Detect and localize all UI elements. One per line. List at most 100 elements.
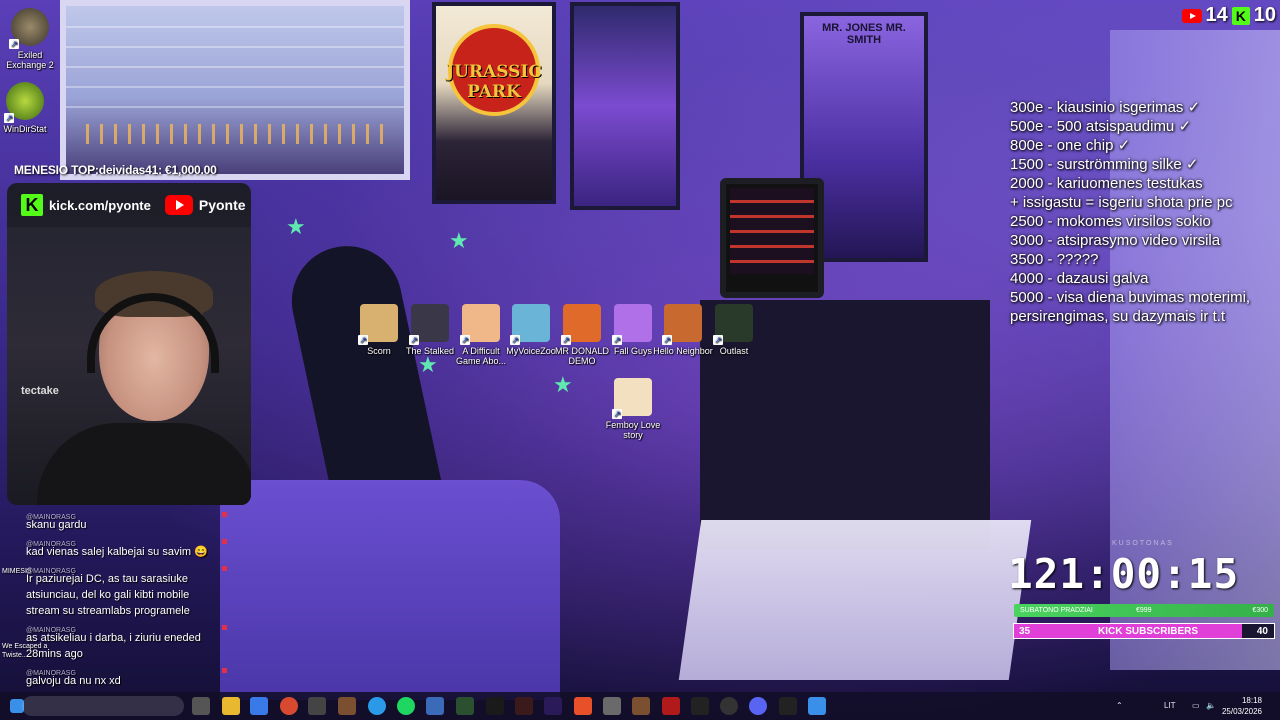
chat-username: @MAINORASG: [26, 514, 76, 521]
brave-icon[interactable]: [574, 697, 592, 715]
notepad-icon[interactable]: [808, 697, 826, 715]
discord-icon[interactable]: [749, 697, 767, 715]
pizza-box: [678, 520, 1032, 680]
chat-message: @MAINORASG kad vienas salej kalbejai su …: [18, 537, 231, 564]
terminal-icon[interactable]: [779, 697, 797, 715]
volume-icon[interactable]: 🔈: [1206, 692, 1216, 720]
premiere-icon[interactable]: [544, 697, 562, 715]
chrome-icon[interactable]: [280, 697, 298, 715]
chat-username: @MAINORASG: [26, 627, 76, 634]
social-bar: K kick.com/pyonte Pyonte: [7, 183, 251, 227]
chair-brand: tectake: [21, 385, 59, 397]
language-indicator[interactable]: LIT: [1164, 692, 1176, 720]
desktop-icon-femboy-love-story[interactable]: Femboy Love story: [603, 378, 663, 440]
app2-icon[interactable]: [515, 697, 533, 715]
goal-line: 800e - one chip ✓: [1010, 137, 1131, 154]
desktop-icon-exiled-exchange[interactable]: Exiled Exchange 2: [0, 8, 60, 70]
app3-icon[interactable]: [603, 697, 621, 715]
kick-url: kick.com/pyonte: [49, 197, 151, 213]
star-decoration: ★: [449, 228, 469, 253]
tray-chevron-icon[interactable]: ⌃: [1116, 692, 1123, 720]
edge-icon[interactable]: [368, 697, 386, 715]
window-background: [60, 0, 410, 180]
chat-overlay: @MAINORASG skanu gardu @MAINORASG kad vi…: [18, 510, 231, 690]
goal-line: 2000 - kariuomenes testukas: [1010, 175, 1203, 192]
youtube-viewers: 14: [1205, 4, 1228, 26]
kick-subs-goal: 40: [1256, 626, 1268, 637]
goal-line: 300e - kiausinio isgerimas ✓: [1010, 99, 1201, 116]
chat-dot-icon: [222, 625, 227, 630]
fall-guys-icon: [612, 304, 652, 345]
myvoicezoo-icon: [510, 304, 550, 345]
taskbar-clock[interactable]: 18:18 25/03/2026: [1222, 695, 1262, 717]
kick-icon: K: [21, 194, 43, 216]
goal-line: persirengimas, su dazymais ir t.t: [1010, 308, 1226, 325]
store-icon[interactable]: [250, 697, 268, 715]
photos-icon[interactable]: [426, 697, 444, 715]
clock-time: 18:18: [1241, 696, 1262, 705]
chat-username: @MAINORASG: [26, 670, 76, 677]
obs-icon[interactable]: [691, 697, 709, 715]
desktop-icon-outlast[interactable]: Outlast: [704, 304, 764, 356]
steam-icon[interactable]: [720, 697, 738, 715]
windirstat-icon: [4, 82, 44, 123]
kick-icon: K: [1231, 6, 1250, 25]
jurassic-park-poster: JURASSIC PARK: [432, 2, 556, 204]
spotify-icon[interactable]: [397, 697, 415, 715]
tv-arcade: [720, 178, 824, 298]
hello-neighbor-icon: [662, 304, 702, 345]
app4-icon[interactable]: [632, 697, 650, 715]
youtube-name: Pyonte: [198, 197, 246, 213]
top-donor-banner: MENESIO TOP:deividas41: €1,000.00: [14, 163, 217, 177]
scorn-icon: [358, 304, 398, 345]
goal-line: 1500 - surströmming silke ✓: [1010, 156, 1199, 173]
chat-message: @MAINORASG galvoju da nu nx xd: [18, 666, 231, 690]
goal-line: + issigastu = isgeriu shota prie pc: [1010, 194, 1233, 211]
network-icon[interactable]: ▭: [1192, 692, 1200, 720]
chat-dot-icon: [222, 668, 227, 673]
kick-subscribers-bar: 35 KICK SUBSCRIBERS 40: [1013, 623, 1275, 639]
game-icon[interactable]: [338, 697, 356, 715]
goal-line: 2500 - mokomes virsilos sokio: [1010, 213, 1211, 230]
nvidia-icon[interactable]: [486, 697, 504, 715]
mr-donald-icon: [561, 304, 601, 345]
chat-dot-icon: [222, 566, 227, 571]
star-decoration: ★: [286, 214, 306, 239]
goal-line: 5000 - visa diena buvimas moterimi,: [1010, 289, 1251, 306]
bed: [220, 480, 560, 700]
chat-username: @MAINORASG: [26, 568, 76, 575]
subathon-bar-label: SUBATONO PRADZIAI: [1020, 607, 1093, 614]
excel-icon[interactable]: [456, 697, 474, 715]
youtube-icon: [164, 195, 193, 215]
app-icon[interactable]: [308, 697, 326, 715]
tf-icon[interactable]: [662, 697, 680, 715]
kick-subs-count: 35: [1019, 626, 1031, 637]
femboy-love-story-icon: [612, 378, 652, 419]
subathon-bar-right: €300: [1252, 607, 1268, 614]
taskbar: ⌃ LIT ▭ 🔈 18:18 25/03/2026: [0, 692, 1280, 720]
taskbar-search[interactable]: [22, 696, 184, 716]
kick-subs-label: KICK SUBSCRIBERS: [1098, 626, 1199, 637]
youtube-icon: [1181, 8, 1202, 23]
chat-message: @MAINORASG as atsikeliau i darba, i ziur…: [18, 623, 231, 666]
chat-username: @MAINORASG: [26, 541, 76, 548]
outlast-icon: [713, 304, 753, 345]
chat-message: @MAINORASG skanu gardu: [18, 510, 231, 537]
desktop-icon-windirstat[interactable]: WinDirStat: [0, 82, 55, 134]
chat-dot-icon: [222, 539, 227, 544]
file-explorer-icon[interactable]: [222, 697, 240, 715]
star-decoration: ★: [553, 372, 573, 397]
star-decoration: ★: [418, 352, 438, 377]
goal-line: 3000 - atsiprasymo video virsila: [1010, 232, 1221, 249]
goal-line: 3500 - ?????: [1010, 251, 1099, 268]
chat-message: @MAINORASG Ir paziurejai DC, as tau sara…: [18, 564, 231, 623]
task-view-icon[interactable]: [192, 697, 210, 715]
the-stalked-icon: [409, 304, 449, 345]
batman-poster: [570, 2, 680, 210]
goal-line: 4000 - dazausi galva: [1010, 270, 1149, 287]
clock-date: 25/03/2026: [1221, 707, 1262, 716]
viewer-counts: 14 K 10: [1181, 4, 1276, 27]
subathon-timer: 121:00:15: [1008, 550, 1240, 598]
subathon-progress-bar: SUBATONO PRADZIAI €999 €300: [1014, 604, 1274, 617]
goal-line: 500e - 500 atsispaudimu ✓: [1010, 118, 1192, 135]
